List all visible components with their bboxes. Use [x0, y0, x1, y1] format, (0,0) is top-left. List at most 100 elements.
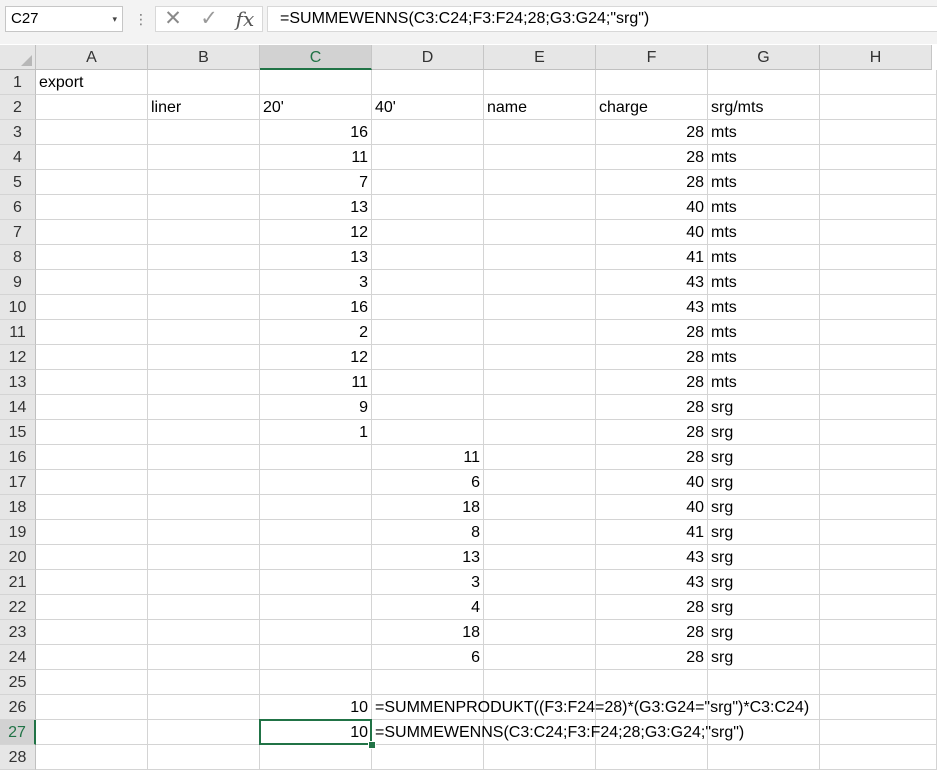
cell-f7[interactable]: 40 [596, 220, 708, 245]
cell-c15[interactable]: 1 [260, 420, 372, 445]
cell-g17[interactable]: srg [708, 470, 820, 495]
name-box[interactable]: C27 ▾ [5, 6, 123, 32]
cell-b11[interactable] [148, 320, 260, 345]
cell-b18[interactable] [148, 495, 260, 520]
cell-g9[interactable]: mts [708, 270, 820, 295]
cell-a27[interactable] [36, 720, 148, 745]
cell-e7[interactable] [484, 220, 596, 245]
row-header[interactable]: 10 [0, 295, 36, 320]
cell-c16[interactable] [260, 445, 372, 470]
cell-c5[interactable]: 7 [260, 170, 372, 195]
cell-h23[interactable] [820, 620, 937, 645]
cell-h3[interactable] [820, 120, 937, 145]
cell-h12[interactable] [820, 345, 937, 370]
cell-h8[interactable] [820, 245, 937, 270]
row-header[interactable]: 18 [0, 495, 36, 520]
cell-d3[interactable] [372, 120, 484, 145]
cell-b4[interactable] [148, 145, 260, 170]
cell-c26[interactable]: 10 [260, 695, 372, 720]
cell-h13[interactable] [820, 370, 937, 395]
cell-b24[interactable] [148, 645, 260, 670]
cell-b12[interactable] [148, 345, 260, 370]
cell-f2[interactable]: charge [596, 95, 708, 120]
cell-h2[interactable] [820, 95, 937, 120]
cell-f22[interactable]: 28 [596, 595, 708, 620]
cell-f24[interactable]: 28 [596, 645, 708, 670]
cell-c24[interactable] [260, 645, 372, 670]
cell-c11[interactable]: 2 [260, 320, 372, 345]
cell-b6[interactable] [148, 195, 260, 220]
cell-e20[interactable] [484, 545, 596, 570]
cell-h27[interactable] [820, 720, 937, 745]
cell-c2[interactable]: 20' [260, 95, 372, 120]
cell-a11[interactable] [36, 320, 148, 345]
cell-a21[interactable] [36, 570, 148, 595]
cell-b15[interactable] [148, 420, 260, 445]
cell-a14[interactable] [36, 395, 148, 420]
cell-e19[interactable] [484, 520, 596, 545]
cell-g22[interactable]: srg [708, 595, 820, 620]
cell-b13[interactable] [148, 370, 260, 395]
cell-b14[interactable] [148, 395, 260, 420]
cell-c18[interactable] [260, 495, 372, 520]
cell-b17[interactable] [148, 470, 260, 495]
cell-g13[interactable]: mts [708, 370, 820, 395]
cell-d26[interactable]: =SUMMENPRODUKT((F3:F24=28)*(G3:G24="srg"… [372, 695, 809, 720]
cell-f18[interactable]: 40 [596, 495, 708, 520]
cell-f12[interactable]: 28 [596, 345, 708, 370]
cell-g24[interactable]: srg [708, 645, 820, 670]
cell-e21[interactable] [484, 570, 596, 595]
cell-b2[interactable]: liner [148, 95, 260, 120]
cell-f10[interactable]: 43 [596, 295, 708, 320]
cell-c13[interactable]: 11 [260, 370, 372, 395]
cell-d20[interactable]: 13 [372, 545, 484, 570]
cell-g14[interactable]: srg [708, 395, 820, 420]
insert-function-icon[interactable]: fx [230, 7, 260, 31]
cell-h25[interactable] [820, 670, 937, 695]
cell-f6[interactable]: 40 [596, 195, 708, 220]
cell-d19[interactable]: 8 [372, 520, 484, 545]
cell-h24[interactable] [820, 645, 937, 670]
cell-a22[interactable] [36, 595, 148, 620]
enter-checkmark-icon[interactable]: ✓ [196, 7, 222, 31]
row-header[interactable]: 12 [0, 345, 36, 370]
column-header-e[interactable]: E [484, 45, 596, 70]
cell-f15[interactable]: 28 [596, 420, 708, 445]
cell-c9[interactable]: 3 [260, 270, 372, 295]
cell-c12[interactable]: 12 [260, 345, 372, 370]
cell-b26[interactable] [148, 695, 260, 720]
cell-b25[interactable] [148, 670, 260, 695]
cell-c27[interactable]: 10 [260, 720, 372, 745]
cell-d21[interactable]: 3 [372, 570, 484, 595]
cell-c20[interactable] [260, 545, 372, 570]
cell-c4[interactable]: 11 [260, 145, 372, 170]
cell-f21[interactable]: 43 [596, 570, 708, 595]
cell-d17[interactable]: 6 [372, 470, 484, 495]
cell-g19[interactable]: srg [708, 520, 820, 545]
cell-h1[interactable] [820, 70, 937, 95]
row-header[interactable]: 9 [0, 270, 36, 295]
cell-c10[interactable]: 16 [260, 295, 372, 320]
cell-a12[interactable] [36, 345, 148, 370]
cell-g7[interactable]: mts [708, 220, 820, 245]
cell-a19[interactable] [36, 520, 148, 545]
cell-a6[interactable] [36, 195, 148, 220]
cell-d14[interactable] [372, 395, 484, 420]
cell-f17[interactable]: 40 [596, 470, 708, 495]
cell-d13[interactable] [372, 370, 484, 395]
cell-c3[interactable]: 16 [260, 120, 372, 145]
cell-f11[interactable]: 28 [596, 320, 708, 345]
cell-b19[interactable] [148, 520, 260, 545]
cell-a18[interactable] [36, 495, 148, 520]
cell-f4[interactable]: 28 [596, 145, 708, 170]
cell-c25[interactable] [260, 670, 372, 695]
cell-h17[interactable] [820, 470, 937, 495]
cell-c28[interactable] [260, 745, 372, 770]
cell-g6[interactable]: mts [708, 195, 820, 220]
cell-h16[interactable] [820, 445, 937, 470]
cell-g21[interactable]: srg [708, 570, 820, 595]
cell-f1[interactable] [596, 70, 708, 95]
column-header-a[interactable]: A [36, 45, 148, 70]
row-header[interactable]: 1 [0, 70, 36, 95]
cell-d1[interactable] [372, 70, 484, 95]
